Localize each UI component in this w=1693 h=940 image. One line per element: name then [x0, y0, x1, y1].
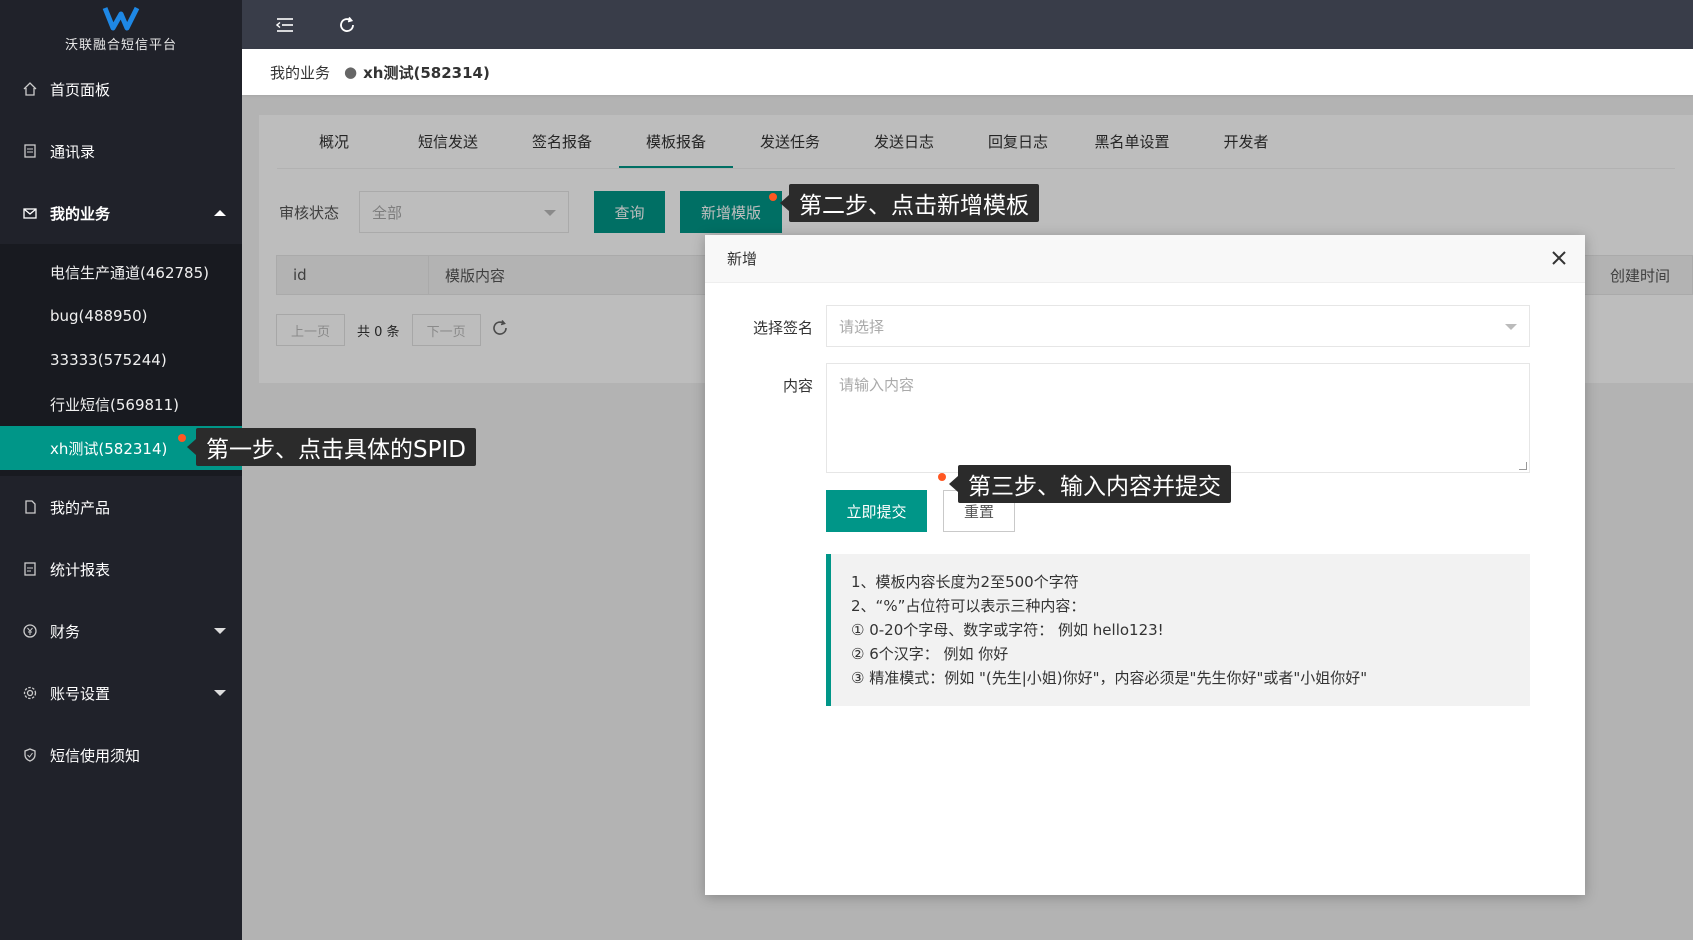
- tip-line: 2、“%”占位符可以表示三种内容：: [851, 597, 1086, 615]
- sidebar-item-dashboard[interactable]: 首页面板: [0, 58, 242, 120]
- annotation-step2: 第二步、点击新增模板: [780, 184, 1039, 222]
- annotation-dot: [769, 193, 777, 201]
- chevron-down-icon: [214, 690, 226, 696]
- logo-icon: [101, 6, 141, 32]
- sidebar-item-label: 首页面板: [50, 80, 111, 99]
- content-row: 内容: [705, 375, 813, 396]
- home-icon: [22, 81, 38, 97]
- finance-icon: [22, 623, 38, 639]
- annotation-dot: [938, 473, 946, 481]
- sidebar-item-label: 统计报表: [50, 560, 111, 579]
- shield-icon: [22, 747, 38, 763]
- sidebar-item-contacts[interactable]: 通讯录: [0, 120, 242, 182]
- sidebar-item-label: 财务: [50, 622, 81, 641]
- signature-row: 选择签名: [705, 317, 813, 338]
- top-header: [242, 0, 1693, 49]
- sub-item-spid[interactable]: 33333(575244): [0, 338, 242, 382]
- sub-item-spid[interactable]: bug(488950): [0, 294, 242, 338]
- annotation-dot: [178, 434, 186, 442]
- logo-text: 沃联融合短信平台: [64, 37, 177, 53]
- mail-icon: [22, 205, 38, 221]
- tip-line: ① 0-20个字母、数字或字符： 例如 hello123!: [851, 621, 1164, 639]
- chevron-down-icon: [1505, 324, 1517, 330]
- product-icon: [22, 499, 38, 515]
- sub-item-spid[interactable]: 电信生产通道(462785): [0, 250, 242, 294]
- contacts-icon: [22, 143, 38, 159]
- sidebar-item-sms-notice[interactable]: 短信使用须知: [0, 724, 242, 786]
- tip-line: ③ 精准模式：例如 "(先生|小姐)你好"，内容必须是"先生你好"或者"小姐你好…: [851, 669, 1368, 687]
- logo: 沃联融合短信平台: [0, 0, 242, 58]
- content-label: 内容: [782, 377, 813, 395]
- signature-select[interactable]: 请选择: [826, 305, 1530, 347]
- breadcrumb: 我的业务 ● xh测试(582314): [242, 49, 1693, 95]
- sidebar-item-label: 账号设置: [50, 684, 111, 703]
- annotation-step1: 第一步、点击具体的SPID: [187, 428, 476, 466]
- breadcrumb-separator: ●: [344, 63, 358, 81]
- tip-line: ② 6个汉字： 例如 你好: [851, 645, 1009, 663]
- template-tips: 1、模板内容长度为2至500个字符 2、“%”占位符可以表示三种内容： ① 0-…: [826, 554, 1530, 706]
- content-textarea[interactable]: 请输入内容: [826, 363, 1530, 473]
- sidebar-item-label: 通讯录: [50, 142, 96, 161]
- report-icon: [22, 561, 38, 577]
- annotation-step3: 第三步、输入内容并提交: [949, 465, 1231, 503]
- signature-label: 选择签名: [752, 319, 813, 337]
- sidebar-item-label: 我的业务: [50, 204, 111, 223]
- content-placeholder: 请输入内容: [839, 376, 915, 394]
- chevron-up-icon: [214, 210, 226, 216]
- modal-title: 新增: [727, 250, 758, 268]
- modal-header: 新增: [705, 235, 1585, 283]
- refresh-icon[interactable]: [336, 14, 358, 36]
- sidebar-item-account-settings[interactable]: 账号设置: [0, 662, 242, 724]
- sidebar-item-label: 短信使用须知: [50, 746, 141, 765]
- sidebar: 沃联融合短信平台 首页面板 通讯录 我的业务 电信生产通道(462785) bu…: [0, 0, 242, 940]
- sub-item-spid[interactable]: 行业短信(569811): [0, 382, 242, 426]
- sidebar-item-label: 我的产品: [50, 498, 111, 517]
- gear-icon: [22, 685, 38, 701]
- add-template-modal: 新增 选择签名 请选择 内容 请输入内容 立即提交 重置 1、模板内容长度为2至…: [705, 235, 1585, 895]
- sidebar-item-reports[interactable]: 统计报表: [0, 538, 242, 600]
- menu-collapse-icon[interactable]: [274, 14, 296, 36]
- sidebar-item-products[interactable]: 我的产品: [0, 476, 242, 538]
- breadcrumb-current: xh测试(582314): [363, 63, 490, 82]
- resize-handle-icon[interactable]: [1519, 462, 1527, 470]
- chevron-down-icon: [214, 628, 226, 634]
- sidebar-item-finance[interactable]: 财务: [0, 600, 242, 662]
- sidebar-item-my-business[interactable]: 我的业务: [0, 182, 242, 244]
- breadcrumb-root[interactable]: 我的业务: [270, 62, 330, 83]
- signature-placeholder: 请选择: [839, 317, 885, 336]
- close-icon[interactable]: [1549, 248, 1569, 268]
- submit-button[interactable]: 立即提交: [826, 490, 927, 532]
- tip-line: 1、模板内容长度为2至500个字符: [851, 573, 1079, 591]
